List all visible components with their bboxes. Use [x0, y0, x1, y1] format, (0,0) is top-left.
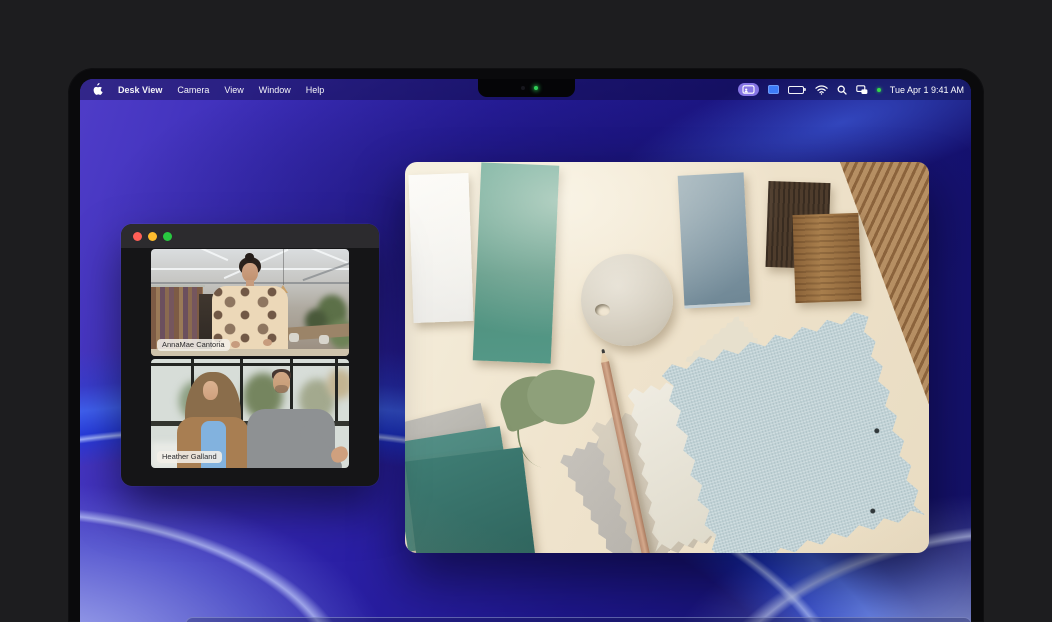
- facetime-camera: [521, 86, 525, 90]
- tree-blob: [327, 369, 349, 399]
- pendant-cord: [283, 249, 284, 285]
- display-notch: [478, 79, 575, 97]
- close-button[interactable]: [133, 232, 142, 241]
- video-tile-annamae: AnnaMae Cantoria: [151, 249, 349, 356]
- wifi-icon[interactable]: [815, 85, 828, 95]
- desk-vignette: [405, 162, 929, 553]
- desk-view-active-icon[interactable]: [738, 83, 759, 96]
- minimize-button[interactable]: [148, 232, 157, 241]
- menu-item-camera[interactable]: Camera: [177, 85, 209, 95]
- video-call-window: AnnaMae Cantoria: [121, 224, 379, 486]
- marketing-stage: AnnaMae Cantoria: [0, 0, 1052, 622]
- menu-bar-status: Tue Apr 1 9:41 AM: [738, 79, 964, 100]
- menu-bar-left: Desk View Camera View Window Help: [92, 83, 324, 96]
- participant-name-label: Heather Galland: [157, 451, 222, 463]
- person-face: [203, 381, 218, 400]
- zoom-button[interactable]: [163, 232, 172, 241]
- window-mullion: [151, 363, 349, 366]
- video-tile-heather: Heather Galland: [151, 359, 349, 468]
- person-hand: [263, 339, 272, 346]
- apple-logo-icon[interactable]: [92, 83, 103, 96]
- menu-item-app[interactable]: Desk View: [118, 85, 162, 95]
- menu-item-view[interactable]: View: [224, 85, 243, 95]
- window-mullion: [335, 359, 338, 425]
- call-window-titlebar[interactable]: [121, 224, 379, 248]
- clothing-rack-bar: [151, 285, 205, 287]
- background-window-top-edge: [185, 617, 971, 622]
- display-stack-icon[interactable]: [856, 85, 868, 95]
- chair: [319, 335, 329, 344]
- desk-view-window: [405, 162, 929, 553]
- video-tiles: AnnaMae Cantoria: [151, 249, 349, 468]
- person-hair-bun: [245, 253, 254, 261]
- person-hand: [231, 341, 240, 348]
- menu-item-window[interactable]: Window: [259, 85, 291, 95]
- camera-indicator-light: [534, 86, 538, 90]
- search-icon[interactable]: [837, 85, 847, 95]
- menu-bar-clock[interactable]: Tue Apr 1 9:41 AM: [890, 85, 964, 95]
- macbook-screen: AnnaMae Cantoria: [80, 79, 971, 622]
- camera-active-indicator: [877, 88, 881, 92]
- chair: [289, 333, 299, 342]
- menu-item-help[interactable]: Help: [306, 85, 325, 95]
- screen-mirroring-icon[interactable]: [768, 85, 779, 94]
- battery-icon[interactable]: [788, 86, 806, 94]
- person-stubble: [275, 385, 288, 393]
- participant-name-label: AnnaMae Cantoria: [157, 339, 230, 351]
